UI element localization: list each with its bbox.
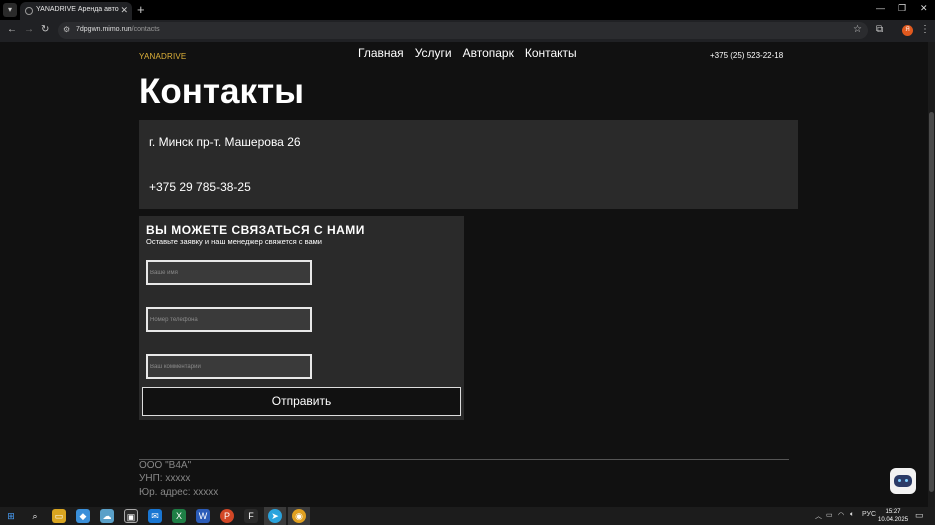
bookmark-star-icon[interactable]: ☆	[853, 24, 862, 35]
telegram-icon[interactable]: ➤	[268, 509, 282, 523]
name-input[interactable]	[146, 260, 312, 285]
wifi-icon[interactable]: ◠	[838, 511, 844, 519]
page-content: YANADRIVE Главная Услуги Автопарк Контак…	[0, 42, 928, 507]
comment-input[interactable]	[146, 354, 312, 379]
footer-unp: УНП: xxxxx	[139, 473, 191, 484]
reload-icon[interactable]: ↻	[41, 24, 49, 35]
browser-toolbar: ← → ↻ ⚙ 7dpgwn.mimo.run/contacts ☆ ⧉ ⋮	[0, 20, 935, 42]
chatbot-button[interactable]	[890, 468, 916, 494]
footer-company: ООО "В4А"	[139, 460, 192, 471]
url-text: 7dpgwn.mimo.run/contacts	[76, 26, 160, 33]
app-icon[interactable]: ◆	[76, 509, 90, 523]
profile-avatar[interactable]: Я	[902, 25, 913, 36]
store-icon[interactable]: ▣	[124, 509, 138, 523]
tab-title: YANADRIVE Аренда авто	[36, 6, 119, 13]
chrome-icon[interactable]: ◉	[292, 509, 306, 523]
search-icon[interactable]: ⌕	[28, 509, 42, 523]
footer-divider	[139, 459, 789, 460]
globe-icon	[25, 7, 33, 15]
main-menu: Главная Услуги Автопарк Контакты	[358, 46, 577, 60]
mail-icon[interactable]: ✉	[148, 509, 162, 523]
file-explorer-icon[interactable]: ▭	[52, 509, 66, 523]
menu-item-home[interactable]: Главная	[358, 46, 404, 60]
start-icon[interactable]: ⊞	[4, 509, 18, 523]
site-info-icon[interactable]: ⚙	[63, 25, 70, 34]
phone-input[interactable]	[146, 307, 312, 332]
weather-icon[interactable]: ☁	[100, 509, 114, 523]
tab-search-button[interactable]: ▾	[3, 3, 17, 17]
form-title: ВЫ МОЖЕТЕ СВЯЗАТЬСЯ С НАМИ	[146, 223, 365, 237]
menu-item-contacts[interactable]: Контакты	[525, 46, 577, 60]
word-icon[interactable]: W	[196, 509, 210, 523]
forward-icon[interactable]: →	[24, 24, 34, 35]
powerpoint-icon[interactable]: P	[220, 509, 234, 523]
taskbar: ⊞ ⌕ ▭ ◆ ☁ ▣ ✉ X W P F ➤ ◉ ︿ ▭ ◠ 🔈︎ РУС 1…	[0, 507, 935, 525]
browser-tab[interactable]: YANADRIVE Аренда авто ✕	[20, 2, 132, 20]
battery-icon[interactable]: ▭	[826, 511, 833, 519]
browser-menu-icon[interactable]: ⋮	[920, 24, 930, 35]
form-subtitle: Оставьте заявку и наш менеджер свяжется …	[146, 237, 323, 246]
new-tab-icon[interactable]: +	[137, 2, 145, 17]
contact-info-panel: г. Минск пр-т. Машерова 26 +375 29 785-3…	[139, 120, 798, 209]
volume-icon[interactable]: 🔈︎	[850, 511, 854, 519]
header-phone[interactable]: +375 (25) 523-22-18	[710, 51, 783, 60]
close-window-icon[interactable]: ✕	[920, 3, 928, 14]
tray-expand-icon[interactable]: ︿	[815, 511, 822, 521]
site-logo[interactable]: YANADRIVE	[139, 52, 186, 61]
menu-item-fleet[interactable]: Автопарк	[463, 46, 514, 60]
address-bar[interactable]: ⚙ 7dpgwn.mimo.run/contacts ☆	[58, 22, 868, 39]
contact-form: ВЫ МОЖЕТЕ СВЯЗАТЬСЯ С НАМИ Оставьте заяв…	[139, 216, 464, 420]
address-text: г. Минск пр-т. Машерова 26	[149, 135, 301, 149]
footer-legal-address: Юр. адрес: xxxxx	[139, 487, 219, 498]
page-title: Контакты	[139, 72, 305, 111]
notifications-icon[interactable]: ▭	[915, 510, 924, 521]
submit-button[interactable]: Отправить	[142, 387, 461, 416]
clock[interactable]: 15:27 10.04.2025	[878, 508, 908, 524]
excel-icon[interactable]: X	[172, 509, 186, 523]
restore-icon[interactable]: ❐	[898, 3, 906, 14]
menu-item-services[interactable]: Услуги	[415, 46, 452, 60]
figma-icon[interactable]: F	[244, 509, 258, 523]
back-icon[interactable]: ←	[7, 24, 17, 35]
scrollbar-thumb[interactable]	[929, 112, 934, 492]
extensions-icon[interactable]: ⧉	[876, 24, 883, 35]
robot-icon	[894, 475, 912, 487]
language-indicator[interactable]: РУС	[862, 511, 876, 518]
page-scrollbar[interactable]	[928, 42, 935, 507]
close-tab-icon[interactable]: ✕	[120, 5, 128, 16]
contact-phone[interactable]: +375 29 785-38-25	[149, 180, 251, 194]
minimize-icon[interactable]: —	[876, 3, 885, 13]
browser-tab-bar: ▾ YANADRIVE Аренда авто ✕ + — ❐ ✕	[0, 0, 935, 20]
